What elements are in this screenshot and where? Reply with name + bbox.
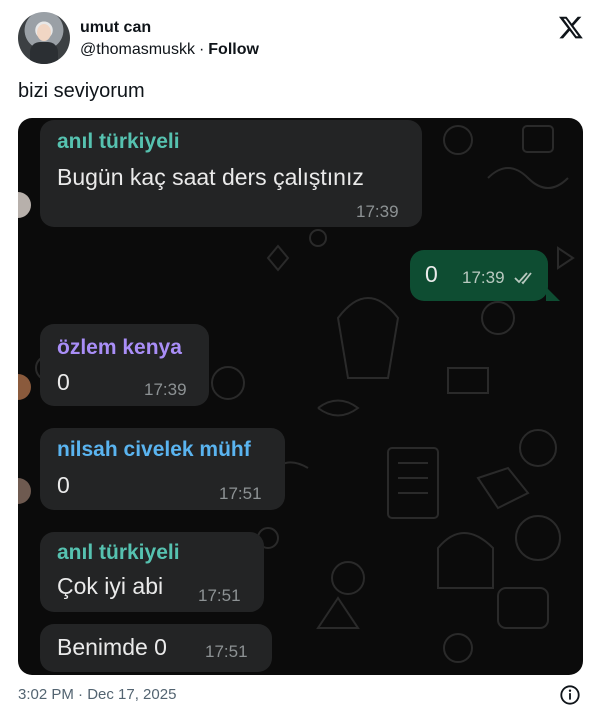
message-text: Çok iyi abi <box>57 573 164 599</box>
message-bubble[interactable]: Benimde 0 17:51 <box>40 624 272 672</box>
message-time: 17:39 <box>462 268 505 287</box>
message-text: Benimde 0 <box>57 634 167 660</box>
bubble-tail-icon <box>546 287 560 301</box>
message-time: 17:39 <box>144 380 187 399</box>
message-time: 17:51 <box>198 586 241 605</box>
message-time: 17:51 <box>219 484 262 503</box>
info-icon[interactable] <box>559 684 581 706</box>
message-bubble[interactable]: anıl türkiyeli Bugün kaç saat ders çalış… <box>40 120 422 227</box>
sender-name: anıl türkiyeli <box>57 130 180 153</box>
message-text: 0 <box>57 369 70 395</box>
tweet-text: bizi seviyorum <box>18 80 145 102</box>
message-bubble[interactable]: anıl türkiyeli Çok iyi abi 17:51 <box>40 532 264 612</box>
x-logo-icon[interactable] <box>558 14 584 40</box>
message-time: 17:51 <box>205 642 248 661</box>
separator-dot: · <box>198 41 205 58</box>
tweet-header: umut can @thomasmuskk · Follow <box>18 12 584 68</box>
avatar-body <box>30 42 58 64</box>
sender-name: nilsah civelek mühf <box>57 438 251 461</box>
handle-row: @thomasmuskk · Follow <box>80 41 259 59</box>
tweet-media-image[interactable]: anıl türkiyeli Bugün kaç saat ders çalış… <box>18 118 583 675</box>
tweet-timestamp[interactable]: 3:02 PM · Dec 17, 2025 <box>18 686 176 703</box>
message-text: 0 <box>425 261 438 287</box>
read-double-check-icon <box>514 272 532 285</box>
message-bubble[interactable]: özlem kenya 0 17:39 <box>40 324 209 406</box>
user-handle[interactable]: @thomasmuskk <box>80 41 195 58</box>
sender-name: anıl türkiyeli <box>57 541 180 564</box>
display-name[interactable]: umut can <box>80 19 151 37</box>
sender-name: özlem kenya <box>57 336 182 359</box>
message-bubble[interactable]: nilsah civelek mühf 0 17:51 <box>40 428 285 510</box>
message-text: Bugün kaç saat ders çalıştınız <box>57 164 364 190</box>
follow-button[interactable]: Follow <box>208 41 259 58</box>
message-time: 17:39 <box>356 202 399 221</box>
avatar[interactable] <box>18 12 70 64</box>
message-text: 0 <box>57 472 70 498</box>
outgoing-message-bubble[interactable]: 0 17:39 <box>410 250 548 301</box>
avatar-face <box>37 24 51 41</box>
